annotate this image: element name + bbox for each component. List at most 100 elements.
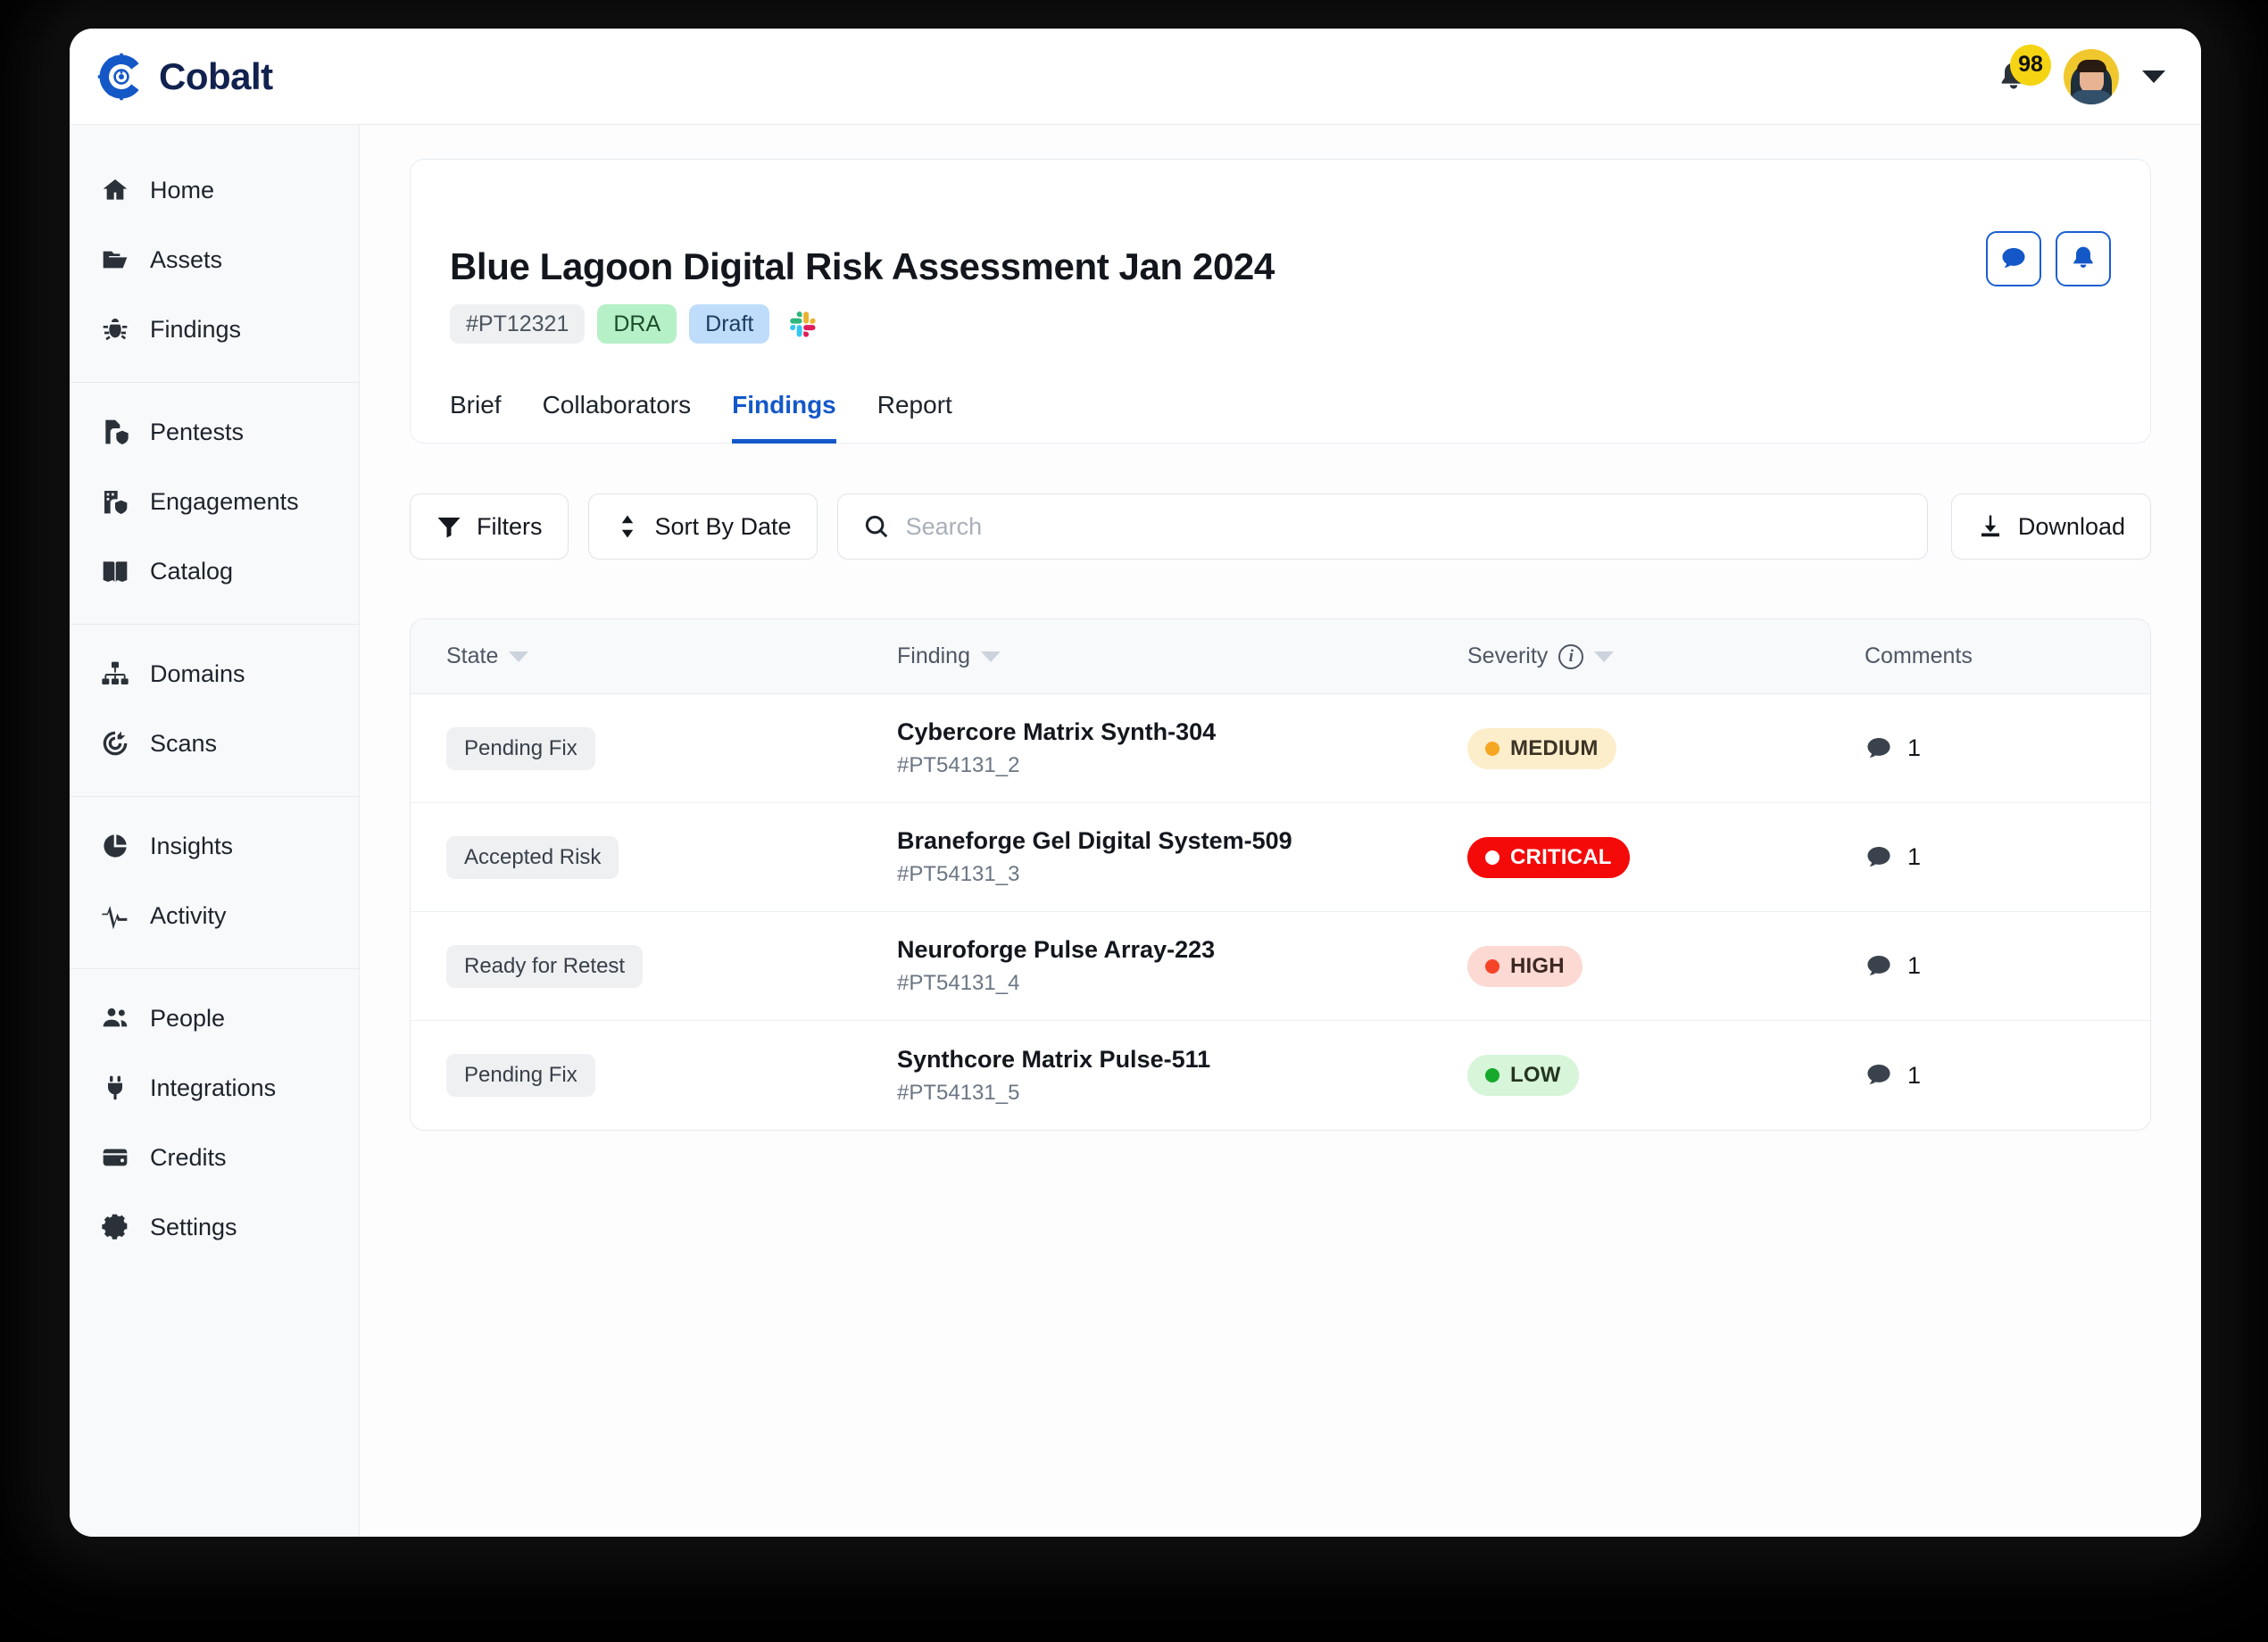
caret-down-icon[interactable] xyxy=(509,651,529,662)
sidebar-item-people[interactable]: People xyxy=(70,983,359,1053)
cell-comments[interactable]: 1 xyxy=(1865,734,2150,763)
cell-comments[interactable]: 1 xyxy=(1865,843,2150,872)
chip-pentest-type: DRA xyxy=(597,304,677,344)
folder-icon xyxy=(100,245,130,275)
cell-comments[interactable]: 1 xyxy=(1865,1061,2150,1090)
engagement-header-card: Blue Lagoon Digital Risk Assessment Jan … xyxy=(410,159,2151,444)
download-button[interactable]: Download xyxy=(1950,493,2151,560)
funnel-icon xyxy=(437,518,461,538)
sidebar-item-settings[interactable]: Settings xyxy=(70,1192,359,1262)
sidebar-item-label: Activity xyxy=(150,901,227,929)
column-header-finding[interactable]: Finding xyxy=(897,643,1467,669)
nav-group-testing: Pentests Engagements Catalog xyxy=(70,382,359,624)
pie-chart-icon xyxy=(100,831,130,861)
column-label: Finding xyxy=(897,643,970,668)
finding-name: Cybercore Matrix Synth-304 xyxy=(897,718,1217,745)
filters-label: Filters xyxy=(477,512,543,540)
sidebar-item-assets[interactable]: Assets xyxy=(70,225,359,294)
sidebar-item-catalog[interactable]: Catalog xyxy=(70,536,359,606)
cell-finding: Synthcore Matrix Pulse-511 #PT54131_5 xyxy=(897,1046,1467,1106)
status-badge: Accepted Risk xyxy=(446,835,619,879)
column-label: State xyxy=(446,643,499,668)
table-row[interactable]: Accepted Risk Braneforge Gel Digital Sys… xyxy=(411,803,2150,912)
comment-icon xyxy=(2002,248,2025,268)
sidebar-item-label: Pentests xyxy=(150,418,245,445)
severity-dot xyxy=(1485,1068,1500,1082)
search-icon xyxy=(865,515,887,538)
severity-dot xyxy=(1485,741,1500,756)
sidebar-item-pentests[interactable]: Pentests xyxy=(70,397,359,467)
avatar[interactable] xyxy=(2064,48,2119,104)
table-row[interactable]: Pending Fix Synthcore Matrix Pulse-511 #… xyxy=(411,1021,2150,1130)
tab-brief[interactable]: Brief xyxy=(450,391,502,444)
severity-label: LOW xyxy=(1510,1063,1561,1087)
table-row[interactable]: Pending Fix Cybercore Matrix Synth-304 #… xyxy=(411,694,2150,803)
nav-group-primary: Home Assets Findings xyxy=(70,141,359,382)
cell-finding: Braneforge Gel Digital System-509 #PT541… xyxy=(897,827,1467,887)
sidebar-item-label: Integrations xyxy=(150,1074,277,1101)
sidebar-item-label: Domains xyxy=(150,659,245,687)
sidebar-item-home[interactable]: Home xyxy=(70,155,359,225)
column-header-severity[interactable]: Severity i xyxy=(1467,643,1865,669)
search-box[interactable] xyxy=(836,493,1928,560)
severity-badge: CRITICAL xyxy=(1467,836,1630,878)
tab-collaborators[interactable]: Collaborators xyxy=(543,391,692,444)
sidebar-item-findings[interactable]: Findings xyxy=(70,294,359,364)
status-badge: Ready for Retest xyxy=(446,944,644,988)
cell-comments[interactable]: 1 xyxy=(1865,952,2150,981)
document-shield-icon xyxy=(100,417,130,447)
column-header-state[interactable]: State xyxy=(411,643,897,669)
comments-count: 1 xyxy=(1907,1061,1922,1089)
sidebar-item-engagements[interactable]: Engagements xyxy=(70,467,359,536)
book-icon xyxy=(100,556,130,586)
cobalt-gear-logo-icon xyxy=(97,53,139,100)
sidebar-item-label: Engagements xyxy=(150,487,299,515)
comment-icon xyxy=(1867,955,1890,975)
sidebar-item-credits[interactable]: Credits xyxy=(70,1123,359,1192)
chip-status: Draft xyxy=(689,304,770,344)
sidebar-item-label: Home xyxy=(150,176,215,203)
sort-by-date-button[interactable]: Sort By Date xyxy=(587,493,818,560)
table-header-row: State Finding Severity i Comments xyxy=(411,619,2150,694)
cell-finding: Cybercore Matrix Synth-304 #PT54131_2 xyxy=(897,718,1467,778)
cell-severity: MEDIUM xyxy=(1467,727,1865,769)
search-input[interactable] xyxy=(905,512,1902,541)
sidebar-item-scans[interactable]: Scans xyxy=(70,709,359,778)
notifications-bell[interactable]: 98 xyxy=(1996,44,2051,100)
tab-bar: Brief Collaborators Findings Report xyxy=(450,390,2111,444)
sidebar-item-label: People xyxy=(150,1004,226,1032)
gear-icon xyxy=(100,1212,130,1242)
caret-down-icon[interactable] xyxy=(2142,70,2165,83)
caret-down-icon[interactable] xyxy=(1594,651,1615,662)
comment-button[interactable] xyxy=(1986,231,2041,286)
sidebar-item-insights[interactable]: Insights xyxy=(70,811,359,881)
finding-id: #PT54131_4 xyxy=(897,971,1020,995)
finding-name: Braneforge Gel Digital System-509 xyxy=(897,827,1292,854)
main-content: Blue Lagoon Digital Risk Assessment Jan … xyxy=(360,125,2201,1537)
table-row[interactable]: Ready for Retest Neuroforge Pulse Array-… xyxy=(411,912,2150,1021)
download-icon xyxy=(1981,515,1999,537)
tab-findings[interactable]: Findings xyxy=(732,391,836,444)
brand-name: Cobalt xyxy=(159,54,273,97)
sidebar-item-activity[interactable]: Activity xyxy=(70,881,359,950)
header-actions xyxy=(1986,231,2111,286)
sidebar-item-integrations[interactable]: Integrations xyxy=(70,1053,359,1123)
info-icon[interactable]: i xyxy=(1558,643,1584,669)
cell-severity: CRITICAL xyxy=(1467,836,1865,878)
comment-icon xyxy=(1867,846,1890,867)
tab-report[interactable]: Report xyxy=(877,391,952,444)
notifications-button[interactable] xyxy=(2056,231,2111,286)
caret-down-icon[interactable] xyxy=(981,651,1001,662)
sidebar-item-domains[interactable]: Domains xyxy=(70,639,359,709)
brand[interactable]: Cobalt xyxy=(96,52,273,102)
cell-state: Accepted Risk xyxy=(411,835,897,879)
column-label: Comments xyxy=(1865,643,1973,668)
finding-id: #PT54131_2 xyxy=(897,753,1020,777)
comments-count: 1 xyxy=(1907,843,1922,870)
sidebar-item-label: Assets xyxy=(150,245,223,273)
slack-icon[interactable] xyxy=(787,309,818,339)
top-bar: Cobalt 98 xyxy=(70,29,2201,125)
comment-icon xyxy=(1867,737,1890,758)
filters-button[interactable]: Filters xyxy=(410,493,569,560)
finding-name: Neuroforge Pulse Array-223 xyxy=(897,936,1216,963)
